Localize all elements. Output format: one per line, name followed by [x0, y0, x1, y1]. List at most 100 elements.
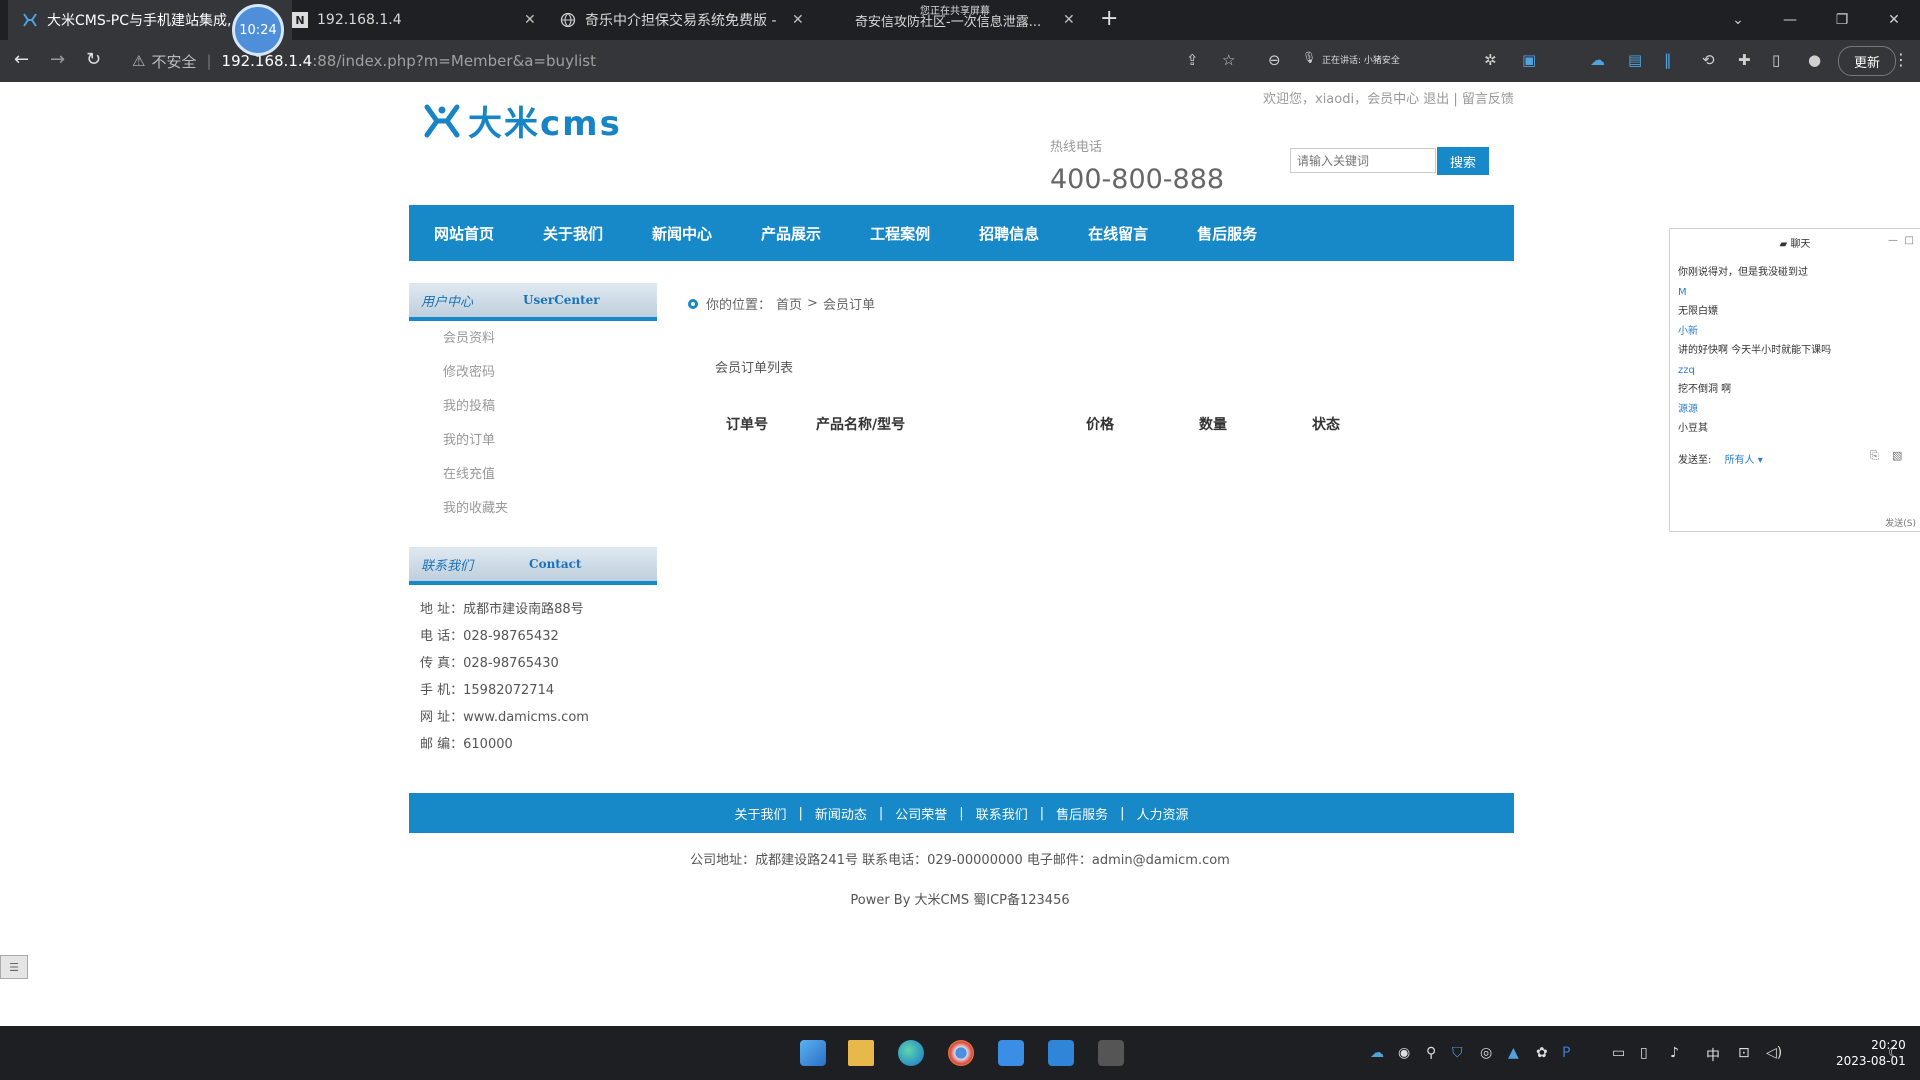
extension-cloud-icon[interactable]: ☁ [1590, 51, 1605, 69]
tshirt-app-icon[interactable] [998, 1040, 1024, 1066]
reload-icon[interactable]: ↻ [86, 49, 101, 70]
contact-title-en: Contact [529, 557, 582, 571]
chat-file-icon[interactable]: ⎘ [1870, 449, 1879, 463]
breadcrumb: 你的位置： 首页 > 会员订单 [688, 294, 880, 313]
forward-icon[interactable]: → [50, 49, 65, 70]
address-bar[interactable]: ⚠ 不安全 | 192.168.1.4 :88/index.php?m=Memb… [132, 45, 596, 77]
tray-gear-icon[interactable]: ✿ [1536, 1045, 1548, 1061]
network-icon[interactable]: ⊡ [1738, 1045, 1750, 1061]
search-input[interactable] [1290, 148, 1436, 173]
search-button[interactable]: 搜索 [1437, 147, 1489, 175]
chat-image-icon[interactable]: ▧ [1892, 449, 1902, 462]
tab-192-168-1-4[interactable]: N 192.168.1.4 ✕ [292, 0, 542, 40]
extension-bars-icon[interactable]: ‖ [1664, 51, 1672, 69]
mic-icon: 🎙 [1302, 51, 1316, 64]
extension-badge-icon[interactable]: ▣ [1522, 51, 1536, 69]
tray-tshirt-icon[interactable]: ▲ [1508, 1045, 1519, 1061]
contact-fax: 传 真：028-98765430 [420, 656, 559, 671]
chat-sender: zzq [1678, 364, 1695, 376]
tab-close-icon[interactable]: ✕ [1063, 12, 1075, 28]
new-tab-icon[interactable]: + [1100, 6, 1118, 31]
sidebar-item-profile[interactable]: 会员资料 [443, 322, 508, 356]
back-icon[interactable]: ← [14, 49, 29, 70]
sidebar-item-orders[interactable]: 我的订单 [443, 424, 508, 458]
nav-news[interactable]: 新闻中心 [652, 223, 712, 244]
chat-minimize-icon[interactable]: — [1888, 235, 1898, 246]
user-center-title-en: UserCenter [523, 293, 600, 307]
nav-cases[interactable]: 工程案例 [870, 223, 930, 244]
edge-icon[interactable] [898, 1040, 924, 1066]
notification-icon[interactable]: ☾ [1888, 1045, 1901, 1061]
volume-icon[interactable]: ◁) [1766, 1045, 1782, 1061]
tab-qile[interactable]: 奇乐中介担保交易系统免费版 - ✕ [560, 0, 810, 40]
chat-send-button[interactable]: 发送(S) [1885, 516, 1916, 529]
chat-sender: 小新 [1678, 325, 1698, 337]
footer-link-hr[interactable]: 人力资源 [1137, 804, 1189, 823]
tray-app-icon[interactable]: ◎ [1480, 1045, 1492, 1061]
breadcrumb-home[interactable]: 首页 [776, 294, 802, 313]
sidebar-item-recharge[interactable]: 在线充值 [443, 458, 508, 492]
tray-meeting-icon[interactable]: ☁ [1370, 1045, 1384, 1061]
sidebar-item-submissions[interactable]: 我的投稿 [443, 390, 508, 424]
nav-service[interactable]: 售后服务 [1197, 223, 1257, 244]
chrome-icon[interactable] [948, 1040, 974, 1066]
tray-p-icon[interactable]: P [1562, 1045, 1570, 1061]
restore-icon[interactable]: ❐ [1816, 0, 1868, 40]
tray-link-icon[interactable]: ⚲ [1426, 1045, 1436, 1061]
warning-icon: ⚠ [132, 52, 146, 70]
block-icon[interactable]: ⊖ [1268, 51, 1281, 69]
tab-close-icon[interactable]: ✕ [524, 12, 536, 28]
terminal-app-icon[interactable] [1098, 1040, 1124, 1066]
close-window-icon[interactable]: ✕ [1868, 0, 1920, 40]
minimize-icon[interactable]: — [1764, 0, 1816, 40]
tray-mic-icon[interactable]: ♪ [1670, 1045, 1679, 1061]
nav-home[interactable]: 网站首页 [434, 223, 494, 244]
tab-search-icon[interactable]: ⌄ [1712, 0, 1764, 40]
chat-maximize-icon[interactable]: □ [1905, 235, 1914, 246]
contact-website[interactable]: 网 址：www.damicms.com [420, 704, 589, 731]
ime-indicator[interactable]: 中 [1706, 1045, 1720, 1065]
user-center-menu: 会员资料 修改密码 我的投稿 我的订单 在线充值 我的收藏夹 [443, 322, 508, 526]
tab-close-icon[interactable]: ✕ [792, 12, 804, 28]
send-to-select[interactable]: 所有人 ▾ [1725, 455, 1763, 466]
bookmark-star-icon[interactable]: ☆ [1222, 51, 1235, 69]
nav-about[interactable]: 关于我们 [543, 223, 603, 244]
footer-link-honors[interactable]: 公司荣誉 [895, 804, 947, 823]
tray-usb-icon[interactable]: ▯ [1640, 1045, 1648, 1061]
nav-products[interactable]: 产品展示 [761, 223, 821, 244]
update-button[interactable]: 更新 [1838, 46, 1896, 76]
send-to-label: 发送至: [1678, 455, 1712, 466]
tray-shield-icon[interactable]: ⛉ [1452, 1045, 1463, 1061]
extension-fe-icon[interactable]: ▤ [1628, 51, 1642, 69]
side-panel-icon[interactable]: ▯ [1772, 51, 1780, 69]
nav-guestbook[interactable]: 在线留言 [1088, 223, 1148, 244]
footer-link-contact[interactable]: 联系我们 [976, 804, 1028, 823]
footer-sep: | [959, 805, 964, 821]
tab-title: 192.168.1.4 [317, 12, 402, 28]
chat-message: 无限白嫖 [1678, 306, 1718, 317]
extension-fan-icon[interactable]: ✲ [1484, 51, 1497, 69]
contact-mobile: 手 机：15982072714 [420, 683, 555, 698]
welcome-links[interactable]: 欢迎您，xiaodi，会员中心 退出 | 留言反馈 [1263, 88, 1514, 107]
profile-icon[interactable]: ● [1808, 51, 1821, 69]
footer-link-news[interactable]: 新闻动态 [815, 804, 867, 823]
footer-power: Power By 大米CMS 蜀ICP备123456 [850, 893, 1070, 908]
footer-link-service[interactable]: 售后服务 [1056, 804, 1108, 823]
sidebar-item-password[interactable]: 修改密码 [443, 356, 508, 390]
screen-share-indicator: 您正在共享屏幕 [920, 6, 990, 17]
share-icon[interactable]: ⇪ [1186, 51, 1199, 69]
meeting-app-icon[interactable] [1048, 1040, 1074, 1066]
side-handle-icon[interactable]: ☰ [0, 955, 28, 979]
extensions-puzzle-icon[interactable]: ✚ [1738, 51, 1751, 69]
sidebar-item-favorites[interactable]: 我的收藏夹 [443, 492, 508, 526]
tray-wechat-icon[interactable]: ◉ [1398, 1045, 1410, 1061]
tray-monitor-icon[interactable]: ▭ [1612, 1045, 1625, 1061]
nav-jobs[interactable]: 招聘信息 [979, 223, 1039, 244]
menu-kebab-icon[interactable]: ⋮ [1893, 50, 1909, 69]
extension-link-icon[interactable]: ⟲ [1702, 51, 1715, 69]
site-logo[interactable]: 大米cms [424, 96, 622, 145]
footer-link-about[interactable]: 关于我们 [734, 804, 786, 823]
widgets-icon[interactable] [800, 1040, 826, 1066]
contact-postcode: 邮 编：610000 [420, 737, 513, 752]
file-explorer-icon[interactable] [848, 1040, 874, 1066]
